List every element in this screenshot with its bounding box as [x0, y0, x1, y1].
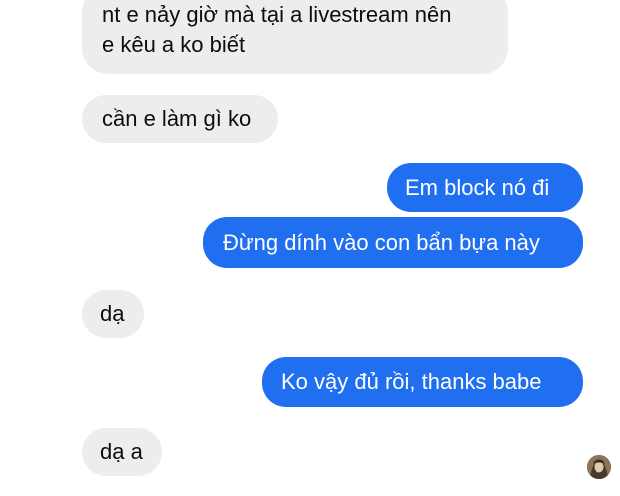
incoming-message[interactable]: nt e nảy giờ mà tại a livestream nên e k…	[82, 0, 508, 74]
outgoing-message[interactable]: Em block nó đi	[387, 163, 583, 212]
message-text: Đừng dính vào con bẩn bựa này	[223, 230, 540, 255]
incoming-message[interactable]: cần e làm gì ko	[82, 95, 278, 143]
outgoing-message[interactable]: Ko vậy đủ rồi, thanks babe	[262, 357, 583, 407]
message-text: Em block nó đi	[405, 175, 550, 200]
message-text: dạ	[100, 301, 125, 326]
message-text-line: nt e nảy giờ mà tại a livestream nên	[102, 2, 452, 27]
seen-avatar-icon	[587, 455, 611, 479]
message-text-line: e kêu a ko biết	[102, 32, 246, 57]
incoming-message[interactable]: dạ a	[82, 428, 162, 476]
message-text: dạ a	[100, 439, 143, 464]
message-thread: nt e nảy giờ mà tại a livestream nên e k…	[0, 0, 620, 496]
message-text: cần e làm gì ko	[102, 106, 252, 131]
message-text: Ko vậy đủ rồi, thanks babe	[281, 369, 542, 394]
incoming-message[interactable]: dạ	[82, 290, 144, 338]
outgoing-message[interactable]: Đừng dính vào con bẩn bựa này	[203, 217, 583, 268]
